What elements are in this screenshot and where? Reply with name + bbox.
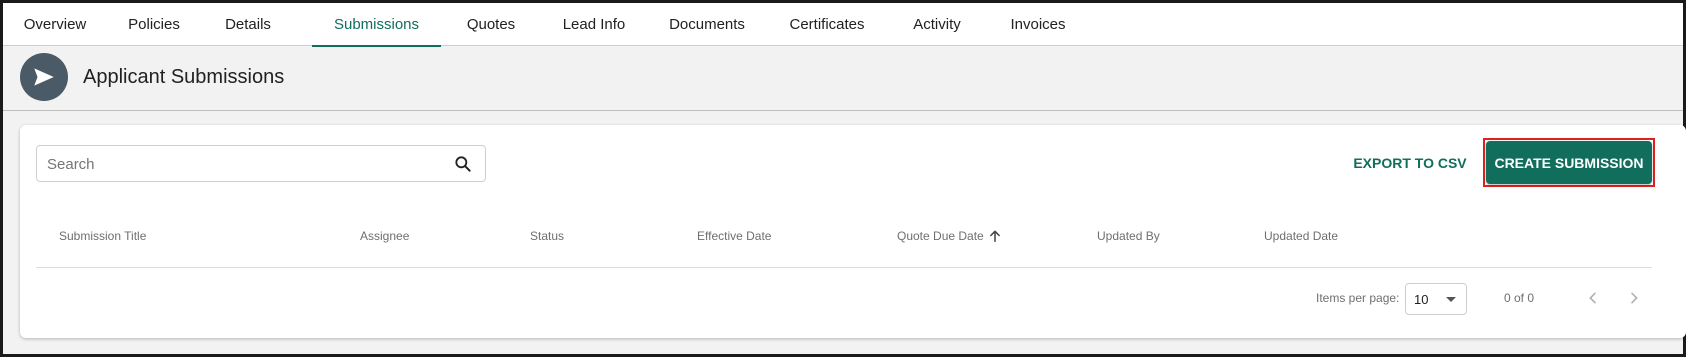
export-csv-button[interactable]: EXPORT TO CSV [1350,145,1470,181]
chevron-right-icon [1631,292,1638,304]
search-field [36,145,486,182]
items-per-page-label: Items per page: [1316,291,1400,305]
column-header-label: Updated Date [1264,229,1339,243]
chevron-down-icon [1446,297,1456,302]
tab-quotes[interactable]: Quotes [461,3,521,46]
send-icon [20,53,68,101]
column-header-label: Assignee [360,229,410,243]
pagination-range: 0 of 0 [1504,291,1535,305]
create-submission-button[interactable]: CREATE SUBMISSION [1486,141,1652,184]
column-header-effective-date[interactable]: Effective Date [697,229,771,243]
tab-policies[interactable]: Policies [119,3,189,46]
search-icon[interactable] [453,154,473,174]
tab-submissions[interactable]: Submissions [312,3,441,47]
tab-lead-info[interactable]: Lead Info [557,3,631,46]
items-per-page-value: 10 [1414,291,1429,307]
column-header-label: Status [530,229,565,243]
chevron-left-icon [1589,292,1596,304]
column-header-updated-date[interactable]: Updated Date [1264,229,1338,243]
app-frame: Overview Policies Details Submissions Qu… [0,0,1686,357]
column-header-status[interactable]: Status [530,229,564,243]
previous-page-button[interactable] [1580,285,1606,311]
column-header-label: Submission Title [59,229,147,243]
tab-bar: Overview Policies Details Submissions Qu… [3,3,1683,47]
column-header-assignee[interactable]: Assignee [360,229,409,243]
sort-ascending-icon [989,230,1000,243]
tab-activity[interactable]: Activity [906,3,968,46]
column-header-quote-due-date[interactable]: Quote Due Date [897,229,1002,243]
items-per-page-select[interactable]: 10 [1405,283,1467,315]
column-header-label: Updated By [1097,229,1160,243]
tab-documents[interactable]: Documents [663,3,751,46]
tab-invoices[interactable]: Invoices [1005,3,1071,46]
submissions-card: EXPORT TO CSV CREATE SUBMISSION Submissi… [20,125,1686,338]
page-header: Applicant Submissions [3,47,1683,111]
tab-certificates[interactable]: Certificates [782,3,872,46]
column-header-label: Quote Due Date [897,229,984,243]
tab-overview[interactable]: Overview [15,3,95,46]
table-divider [36,267,1652,268]
column-header-updated-by[interactable]: Updated By [1097,229,1160,243]
page-title: Applicant Submissions [83,66,285,88]
next-page-button[interactable] [1621,285,1647,311]
column-header-submission-title[interactable]: Submission Title [59,229,146,243]
search-input[interactable] [47,152,437,176]
column-header-label: Effective Date [697,229,772,243]
tab-details[interactable]: Details [218,3,278,46]
